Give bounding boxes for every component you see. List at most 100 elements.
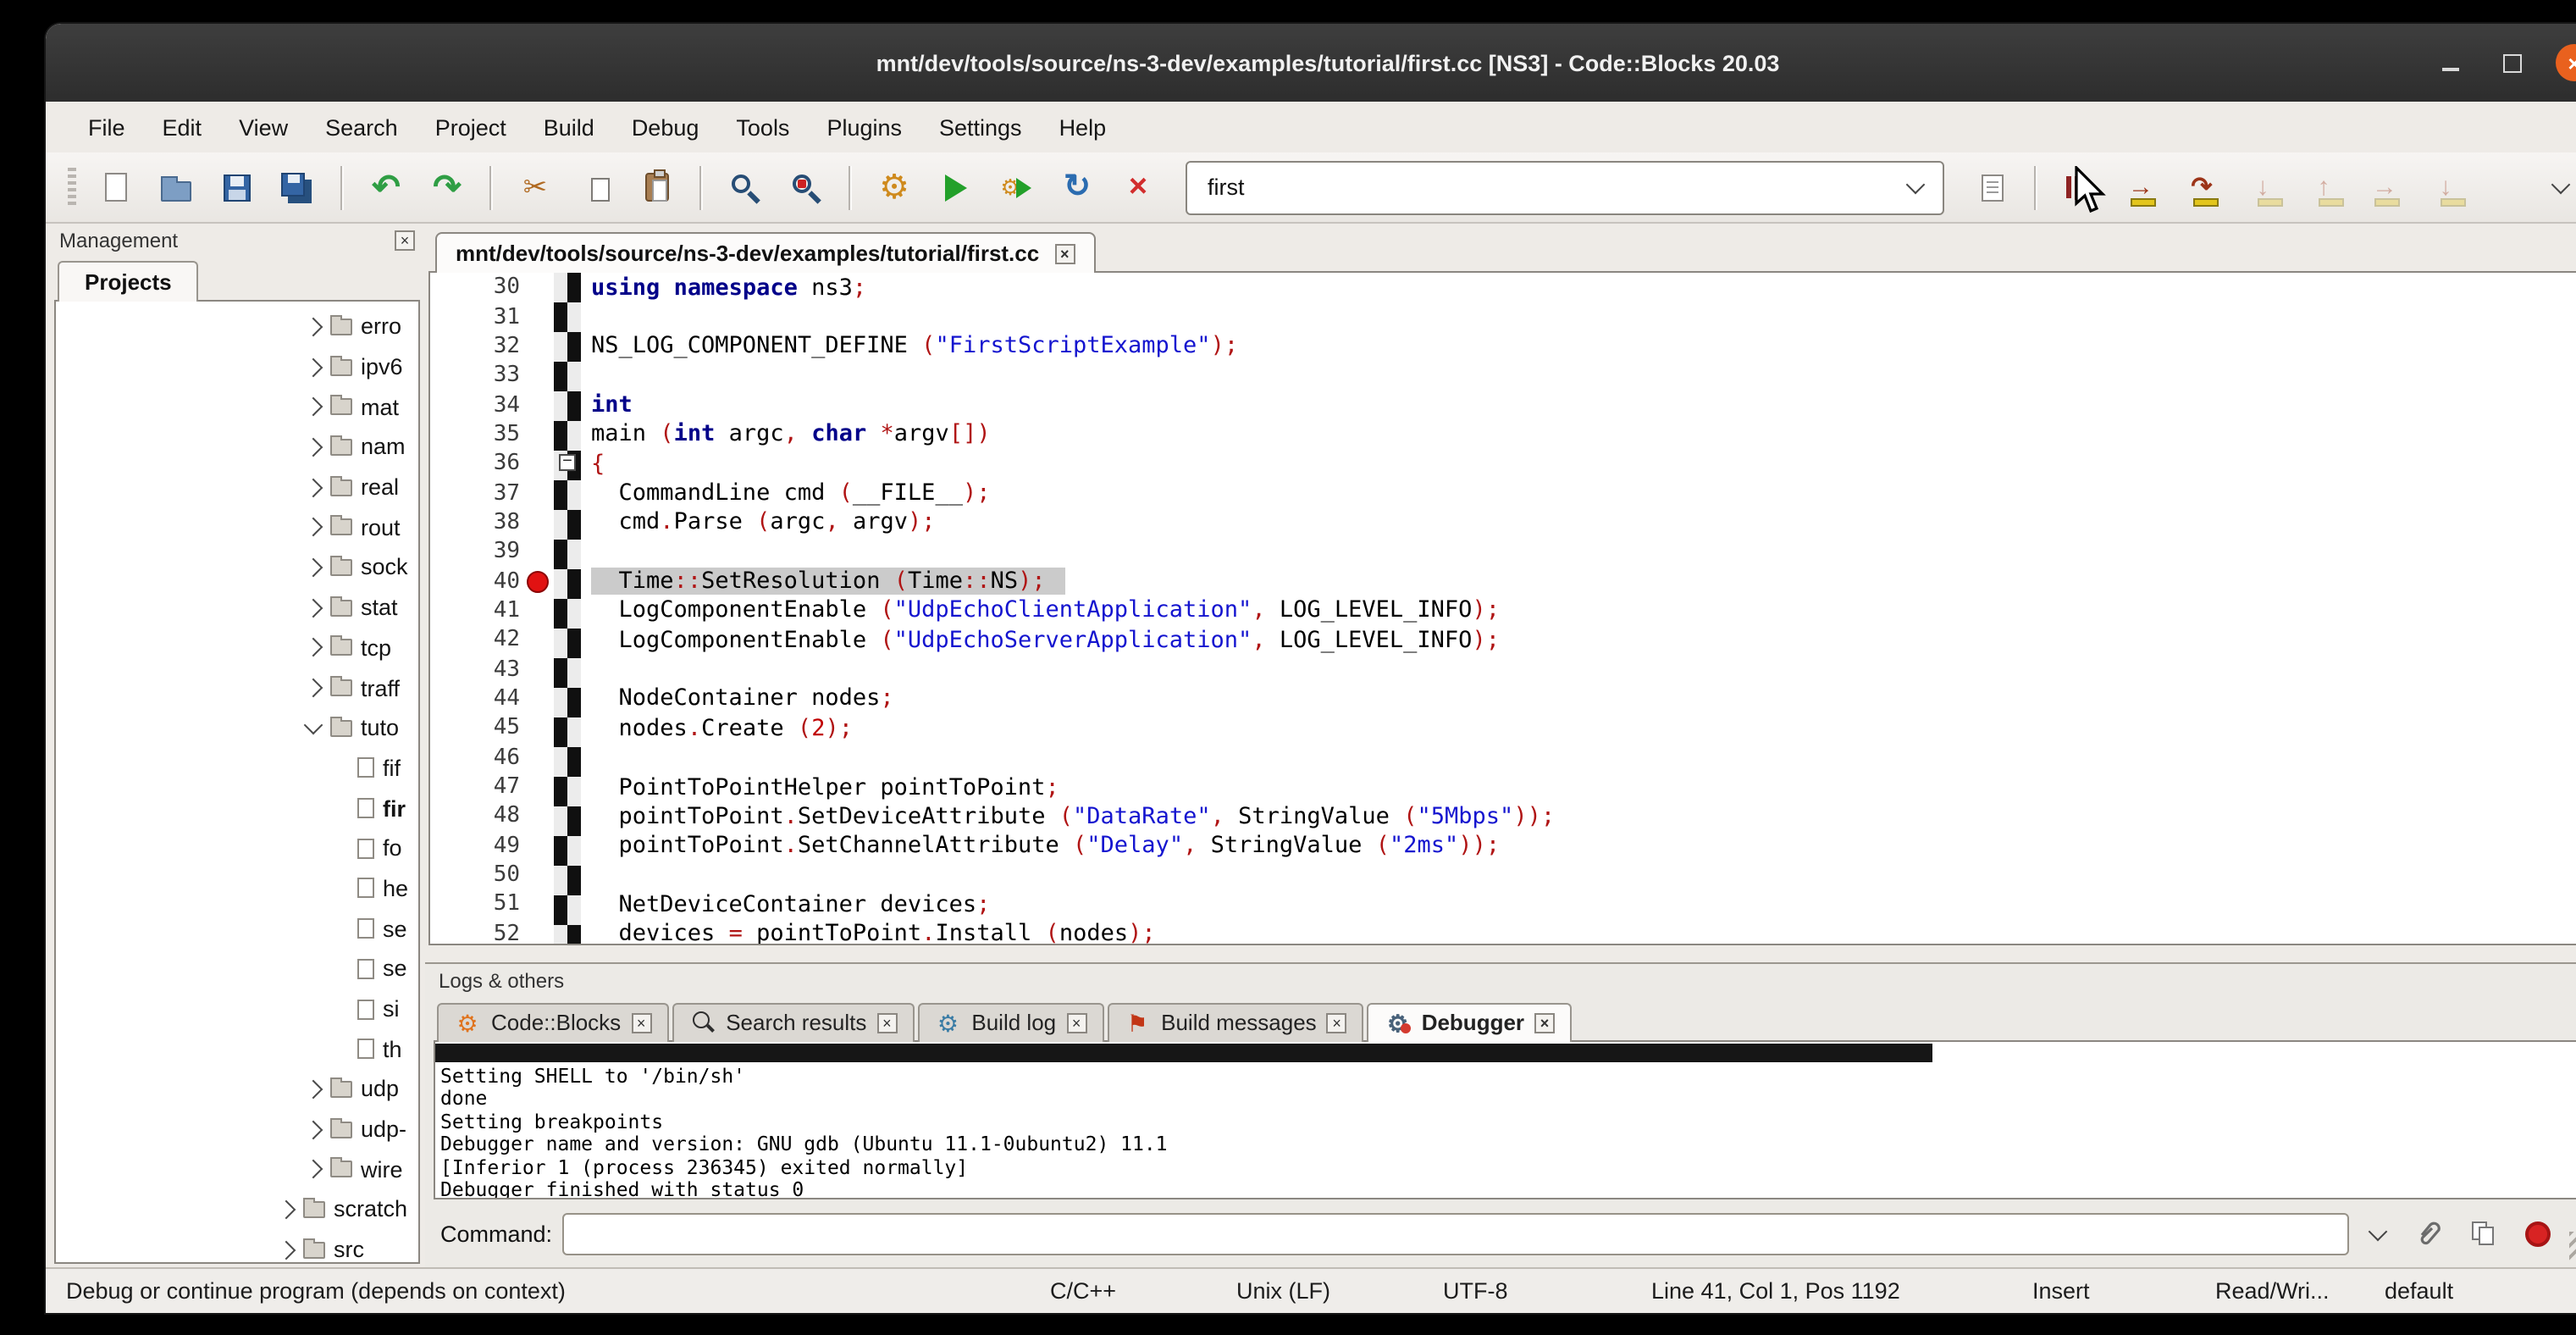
tree-item-th[interactable]: th xyxy=(56,1029,418,1069)
build-target-combobox[interactable]: first xyxy=(1186,160,1944,214)
breakpoint-margin[interactable] xyxy=(520,570,554,592)
build-and-run-button[interactable]: ⚙ xyxy=(991,162,1042,213)
close-icon[interactable]: × xyxy=(1054,243,1075,263)
tab-projects[interactable]: Projects xyxy=(58,261,199,302)
debugger-output[interactable]: Setting SHELL to '/bin/sh'doneSetting br… xyxy=(434,1040,2576,1199)
menu-build[interactable]: Build xyxy=(525,108,613,147)
menu-tools[interactable]: Tools xyxy=(717,108,808,147)
tree-item-fo[interactable]: fo xyxy=(56,828,418,868)
minimize-button[interactable] xyxy=(2434,46,2468,80)
command-history-dropdown[interactable] xyxy=(2359,1212,2396,1255)
editor-tab-first-cc[interactable]: mnt/dev/tools/source/ns-3-dev/examples/t… xyxy=(435,232,1095,273)
log-tab-search-results[interactable]: Search results× xyxy=(672,1003,914,1042)
close-button[interactable]: × xyxy=(2556,44,2576,81)
menu-debug[interactable]: Debug xyxy=(613,108,718,147)
project-tree[interactable]: erroipv6matnamrealroutsockstattcptrafftu… xyxy=(54,300,420,1264)
find-button[interactable] xyxy=(720,162,771,213)
panel-resize-grip[interactable] xyxy=(2569,1232,2576,1260)
open-file-button[interactable] xyxy=(151,162,202,213)
save-all-button[interactable] xyxy=(273,162,323,213)
close-icon[interactable]: × xyxy=(631,1012,651,1033)
menu-file[interactable]: File xyxy=(69,108,144,147)
chevron-right-icon[interactable] xyxy=(304,1160,323,1179)
tree-item-erro[interactable]: erro xyxy=(56,307,418,346)
next-line-button[interactable]: ↷ xyxy=(2176,162,2227,213)
line-number[interactable]: 51 xyxy=(430,892,520,917)
code-editor[interactable]: 30using namespace ns3;3132NS_LOG_COMPONE… xyxy=(428,271,2576,945)
chevron-right-icon[interactable] xyxy=(277,1240,296,1260)
titlebar[interactable]: mnt/dev/tools/source/ns-3-dev/examples/t… xyxy=(46,24,2576,102)
selected-log-line[interactable] xyxy=(435,1044,1932,1062)
close-icon[interactable]: × xyxy=(395,230,415,250)
toolbar-overflow-button[interactable] xyxy=(2535,162,2576,213)
tree-item-tuto[interactable]: tuto xyxy=(56,708,418,748)
line-number[interactable]: 46 xyxy=(430,745,520,770)
close-icon[interactable]: × xyxy=(1534,1012,1555,1033)
redo-button[interactable]: ↷ xyxy=(422,162,473,213)
menu-view[interactable]: View xyxy=(220,108,307,147)
editor-logs-splitter[interactable] xyxy=(428,945,2576,959)
chevron-right-icon[interactable] xyxy=(304,478,323,497)
tree-item-stat[interactable]: stat xyxy=(56,588,418,628)
line-number[interactable]: 35 xyxy=(430,422,520,447)
log-tab-build-log[interactable]: Build log× xyxy=(917,1003,1103,1042)
abort-build-button[interactable]: × xyxy=(1113,162,1164,213)
menu-help[interactable]: Help xyxy=(1041,108,1125,147)
chevron-right-icon[interactable] xyxy=(304,558,323,578)
menu-edit[interactable]: Edit xyxy=(144,108,221,147)
log-tab-build-messages[interactable]: Build messages× xyxy=(1107,1003,1364,1042)
fold-minus-icon[interactable]: − xyxy=(559,454,576,471)
undo-button[interactable]: ↶ xyxy=(361,162,412,213)
tree-item-se[interactable]: se xyxy=(56,949,418,989)
chevron-down-icon[interactable] xyxy=(1906,175,1926,195)
run-to-cursor-button[interactable]: → xyxy=(2115,162,2166,213)
rebuild-button[interactable]: ↻ xyxy=(1052,162,1103,213)
chevron-right-icon[interactable] xyxy=(304,679,323,698)
line-number[interactable]: 37 xyxy=(430,480,520,506)
save-button[interactable] xyxy=(212,162,263,213)
chevron-right-icon[interactable] xyxy=(304,638,323,657)
tree-item-ipv6[interactable]: ipv6 xyxy=(56,346,418,386)
close-icon[interactable]: × xyxy=(1327,1012,1347,1033)
line-number[interactable]: 40 xyxy=(430,568,520,594)
chevron-right-icon[interactable] xyxy=(304,437,323,457)
line-number[interactable]: 32 xyxy=(430,334,520,359)
debug-continue-button[interactable] xyxy=(2054,162,2105,213)
step-into-button[interactable]: ↓ xyxy=(2237,162,2288,213)
line-number[interactable]: 39 xyxy=(430,540,520,565)
line-number[interactable]: 49 xyxy=(430,833,520,858)
menu-project[interactable]: Project xyxy=(417,108,525,147)
line-number[interactable]: 52 xyxy=(430,921,520,945)
build-button[interactable]: ⚙ xyxy=(869,162,920,213)
menu-search[interactable]: Search xyxy=(307,108,417,147)
stop-debugger-button[interactable] xyxy=(2515,1211,2559,1255)
line-number[interactable]: 45 xyxy=(430,716,520,741)
tree-item-fif[interactable]: fif xyxy=(56,748,418,788)
tree-item-udp-[interactable]: udp- xyxy=(56,1110,418,1149)
chevron-right-icon[interactable] xyxy=(304,598,323,618)
command-input[interactable] xyxy=(562,1212,2349,1255)
close-icon[interactable]: × xyxy=(876,1012,897,1033)
tree-item-si[interactable]: si xyxy=(56,989,418,1028)
line-number[interactable]: 47 xyxy=(430,774,520,800)
chevron-right-icon[interactable] xyxy=(304,317,323,336)
line-number[interactable]: 41 xyxy=(430,598,520,623)
tree-item-rout[interactable]: rout xyxy=(56,507,418,547)
attach-button[interactable] xyxy=(2407,1211,2451,1255)
find-in-files-button[interactable] xyxy=(781,162,832,213)
line-number[interactable]: 38 xyxy=(430,510,520,535)
maximize-button[interactable] xyxy=(2495,46,2529,80)
line-number[interactable]: 36 xyxy=(430,451,520,476)
script-console-button[interactable] xyxy=(1966,162,2017,213)
tree-item-scratch[interactable]: scratch xyxy=(56,1189,418,1229)
chevron-down-icon[interactable] xyxy=(304,716,323,735)
line-number[interactable]: 43 xyxy=(430,656,520,682)
tree-item-udp[interactable]: udp xyxy=(56,1069,418,1109)
breakpoint-icon[interactable] xyxy=(526,570,548,592)
tree-item-real[interactable]: real xyxy=(56,468,418,507)
new-file-button[interactable] xyxy=(90,162,141,213)
paste-button[interactable] xyxy=(632,162,683,213)
line-number[interactable]: 44 xyxy=(430,686,520,712)
line-number[interactable]: 30 xyxy=(430,274,520,300)
chevron-right-icon[interactable] xyxy=(277,1200,296,1220)
